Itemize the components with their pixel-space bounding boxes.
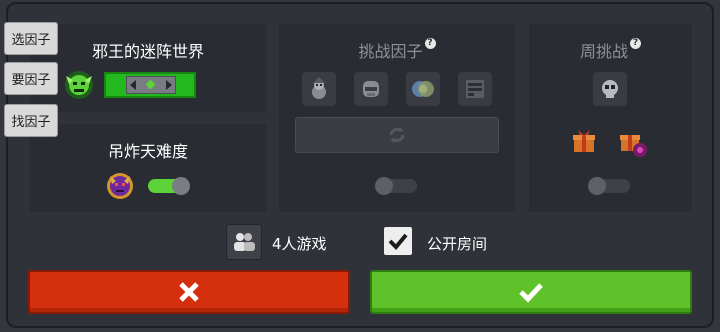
gift-box-icon bbox=[571, 128, 597, 158]
checkmark-icon bbox=[388, 233, 408, 250]
helmet-knight-icon[interactable] bbox=[354, 72, 388, 106]
close-icon bbox=[179, 282, 199, 302]
level-selector[interactable] bbox=[104, 72, 196, 98]
weekly-help-icon[interactable]: ? bbox=[630, 38, 641, 49]
weekly-challenge-title: 周挑战 bbox=[579, 42, 628, 61]
skull-icon[interactable] bbox=[593, 72, 627, 106]
purple-demon-icon bbox=[104, 170, 136, 206]
cursed-gift-icon bbox=[618, 128, 648, 162]
cancel-button[interactable] bbox=[28, 270, 350, 314]
multiplayer-label: 4人游戏 bbox=[272, 235, 327, 253]
level-prev-arrow-icon[interactable] bbox=[130, 80, 136, 90]
challenge-factors-title-wrap: 挑战因子? bbox=[279, 38, 515, 62]
public-room-label: 公开房间 bbox=[427, 235, 488, 253]
hell-difficulty-toggle[interactable] bbox=[148, 177, 190, 195]
multiplayer-button[interactable] bbox=[226, 224, 262, 260]
side-tab-select-factor[interactable]: 选因子 bbox=[4, 22, 58, 55]
side-tab-find-factor[interactable]: 找因子 bbox=[4, 104, 58, 137]
green-demon-icon bbox=[62, 68, 96, 106]
side-tab-request-factor[interactable]: 要因子 bbox=[4, 62, 58, 95]
weekly-challenge-title-wrap: 周挑战? bbox=[529, 38, 692, 62]
players-icon bbox=[234, 233, 255, 251]
mine-cart-icon[interactable] bbox=[458, 72, 492, 106]
hell-difficulty-title: 吊炸天难度 bbox=[107, 142, 188, 161]
public-room-checkbox[interactable] bbox=[384, 227, 412, 255]
check-icon bbox=[519, 283, 543, 303]
challenge-factors-toggle[interactable] bbox=[375, 177, 417, 195]
refresh-factors-button[interactable] bbox=[295, 117, 499, 153]
challenge-factors-title: 挑战因子 bbox=[358, 42, 423, 61]
snowman-mage-icon[interactable] bbox=[302, 72, 336, 106]
evil-world-title: 邪王的迷阵世界 bbox=[91, 42, 204, 61]
weekly-challenge-toggle[interactable] bbox=[588, 177, 630, 195]
challenge-help-icon[interactable]: ? bbox=[424, 38, 436, 49]
globe-icon[interactable] bbox=[406, 72, 440, 106]
refresh-icon bbox=[389, 127, 405, 143]
level-next-arrow-icon[interactable] bbox=[166, 80, 172, 90]
confirm-button[interactable] bbox=[370, 270, 692, 314]
